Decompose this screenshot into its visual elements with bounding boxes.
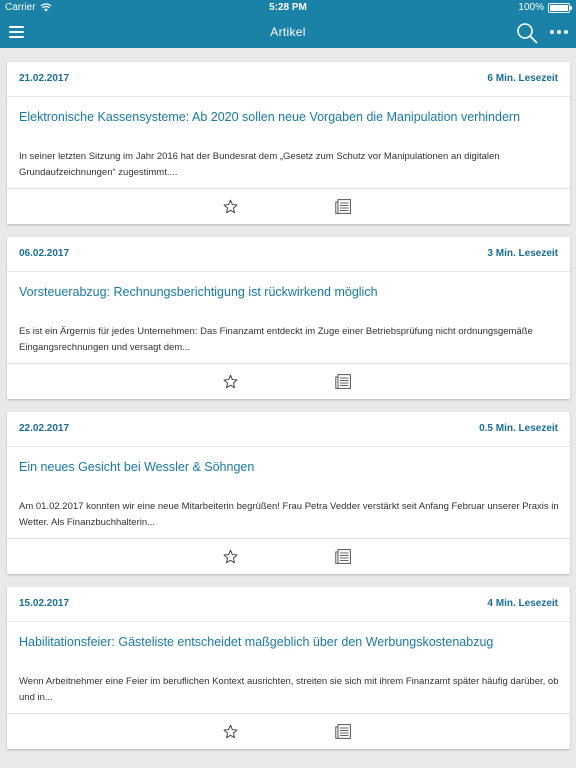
article-title[interactable]: Ein neues Gesicht bei Wessler & Söhngen	[19, 460, 559, 474]
search-icon[interactable]	[516, 22, 538, 44]
card-actions	[7, 538, 570, 574]
battery-percent: 100%	[518, 2, 544, 13]
card-actions	[7, 188, 570, 224]
star-icon[interactable]	[223, 374, 238, 389]
article-excerpt: Wenn Arbeitnehmer eine Feier im beruflic…	[19, 676, 559, 703]
card-actions	[7, 363, 570, 399]
card-header: 06.02.2017 3 Min. Lesezeit	[7, 237, 570, 272]
article-date: 15.02.2017	[19, 598, 70, 609]
battery-level	[550, 4, 568, 11]
article-date: 06.02.2017	[19, 248, 70, 259]
article-title[interactable]: Habilitationsfeier: Gästeliste entscheid…	[19, 635, 559, 649]
more-icon[interactable]	[550, 30, 568, 34]
star-icon[interactable]	[223, 724, 238, 739]
battery-icon	[548, 2, 572, 13]
article-title[interactable]: Elektronische Kassensysteme: Ab 2020 sol…	[19, 110, 559, 124]
status-right: 100%	[518, 2, 572, 13]
card-header: 22.02.2017 0.5 Min. Lesezeit	[7, 412, 570, 447]
article-title[interactable]: Vorsteuerabzug: Rechnungsberichtigung is…	[19, 285, 559, 299]
star-icon[interactable]	[223, 549, 238, 564]
article-excerpt: Am 01.02.2017 konnten wir eine neue Mita…	[19, 501, 559, 528]
reading-time: 0.5 Min. Lesezeit	[479, 423, 558, 434]
article-icon[interactable]	[335, 374, 351, 389]
article-icon[interactable]	[335, 549, 351, 564]
nav-bar: Artikel	[0, 16, 576, 48]
reading-time: 3 Min. Lesezeit	[487, 248, 558, 259]
article-icon[interactable]	[335, 724, 351, 739]
reading-time: 4 Min. Lesezeit	[487, 598, 558, 609]
status-bar: Carrier 5:28 PM 100%	[0, 0, 576, 16]
reading-time: 6 Min. Lesezeit	[487, 73, 558, 84]
article-excerpt: Es ist ein Ärgernis für jedes Unternehme…	[19, 326, 533, 353]
article-card[interactable]: 06.02.2017 3 Min. Lesezeit Vorsteuerabzu…	[7, 237, 570, 399]
card-header: 21.02.2017 6 Min. Lesezeit	[7, 62, 570, 97]
status-time: 5:28 PM	[269, 2, 307, 13]
article-card[interactable]: 21.02.2017 6 Min. Lesezeit Elektronische…	[7, 62, 570, 224]
page-title: Artikel	[270, 25, 306, 39]
star-icon[interactable]	[223, 199, 238, 214]
card-header: 15.02.2017 4 Min. Lesezeit	[7, 587, 570, 622]
article-card[interactable]: 22.02.2017 0.5 Min. Lesezeit Ein neues G…	[7, 412, 570, 574]
article-card[interactable]: 15.02.2017 4 Min. Lesezeit Habilitations…	[7, 587, 570, 749]
article-icon[interactable]	[335, 199, 351, 214]
card-actions	[7, 713, 570, 749]
article-date: 21.02.2017	[19, 73, 70, 84]
article-date: 22.02.2017	[19, 423, 70, 434]
article-excerpt: In seiner letzten Sitzung im Jahr 2016 h…	[19, 151, 500, 178]
